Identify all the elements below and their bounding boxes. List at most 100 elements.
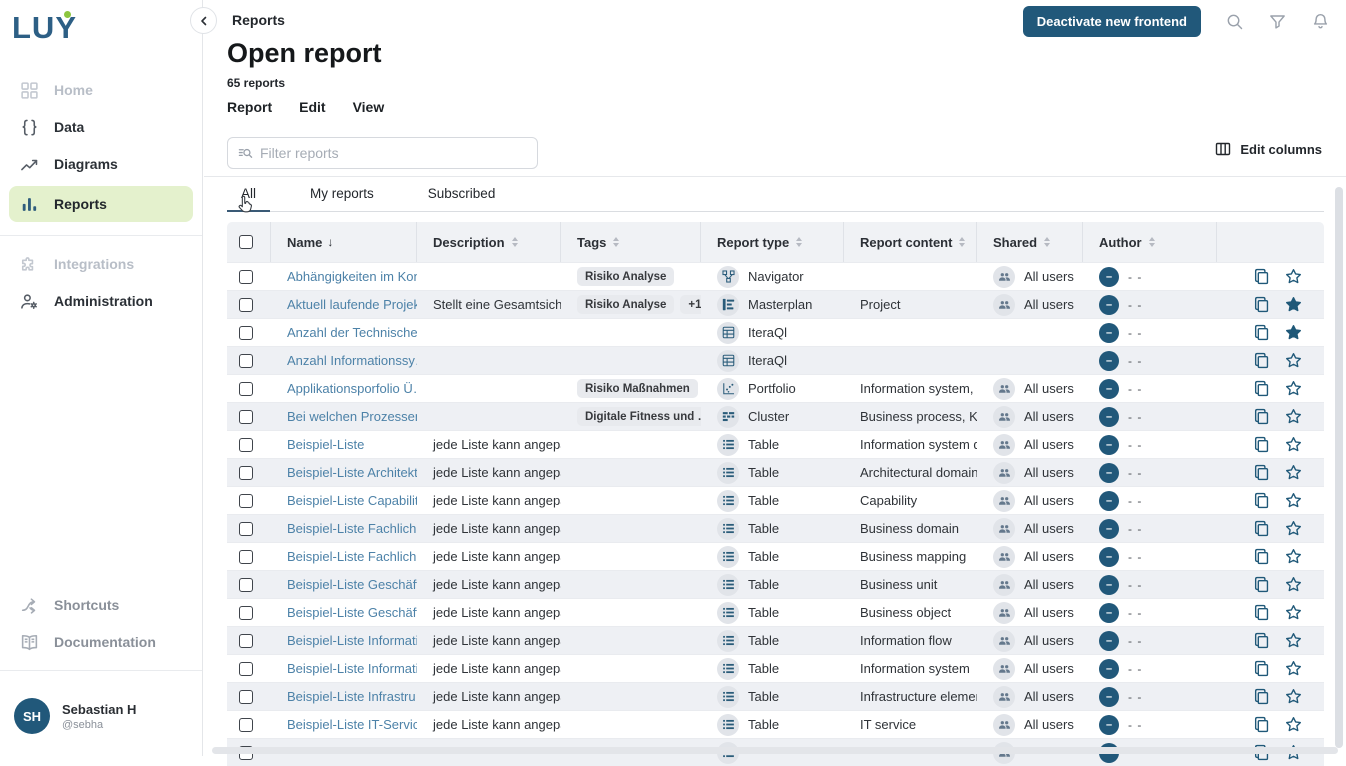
sidebar-item-shortcuts[interactable]: Shortcuts (9, 590, 193, 620)
row-checkbox[interactable] (239, 298, 253, 312)
copy-report-icon[interactable] (1253, 716, 1270, 733)
report-name-link[interactable]: Anzahl Informationssy… (287, 353, 417, 368)
row-checkbox[interactable] (239, 690, 253, 704)
column-header-report-type[interactable]: Report type (701, 222, 844, 262)
row-checkbox[interactable] (239, 550, 253, 564)
copy-report-icon[interactable] (1253, 380, 1270, 397)
menu-view[interactable]: View (353, 99, 385, 115)
sidebar-item-integrations[interactable]: Integrations (9, 249, 193, 279)
report-name-link[interactable]: Beispiel-Liste Informati… (287, 633, 417, 648)
copy-report-icon[interactable] (1253, 520, 1270, 537)
sidebar-item-diagrams[interactable]: Diagrams (9, 149, 193, 179)
tab-my-reports[interactable]: My reports (296, 181, 388, 211)
select-all-checkbox[interactable] (239, 235, 253, 249)
favorite-star-icon[interactable] (1285, 660, 1302, 677)
copy-report-icon[interactable] (1253, 688, 1270, 705)
favorite-star-icon[interactable] (1285, 716, 1302, 733)
menu-report[interactable]: Report (227, 99, 272, 115)
favorite-star-icon[interactable] (1285, 632, 1302, 649)
bell-icon[interactable] (1311, 12, 1330, 31)
horizontal-scrollbar[interactable] (212, 747, 1338, 754)
report-name-link[interactable]: Anzahl der Technische… (287, 325, 417, 340)
row-checkbox[interactable] (239, 382, 253, 396)
copy-report-icon[interactable] (1253, 296, 1270, 313)
report-name-link[interactable]: Beispiel-Liste Geschäft… (287, 605, 417, 620)
copy-report-icon[interactable] (1253, 352, 1270, 369)
copy-report-icon[interactable] (1253, 492, 1270, 509)
favorite-star-icon[interactable] (1285, 604, 1302, 621)
row-checkbox[interactable] (239, 494, 253, 508)
column-header-author[interactable]: Author (1083, 222, 1217, 262)
row-checkbox[interactable] (239, 522, 253, 536)
favorite-star-icon[interactable] (1285, 464, 1302, 481)
deactivate-new-frontend-button[interactable]: Deactivate new frontend (1023, 6, 1201, 37)
report-name-link[interactable]: Beispiel-Liste Fachlich… (287, 549, 417, 564)
favorite-star-icon[interactable] (1285, 520, 1302, 537)
favorite-star-icon[interactable] (1285, 268, 1302, 285)
sidebar-item-documentation[interactable]: Documentation (9, 627, 193, 657)
row-checkbox[interactable] (239, 718, 253, 732)
row-checkbox[interactable] (239, 270, 253, 284)
column-header-report-content[interactable]: Report content (844, 222, 977, 262)
row-checkbox[interactable] (239, 466, 253, 480)
report-name-link[interactable]: Beispiel-Liste Infrastru… (287, 689, 417, 704)
copy-report-icon[interactable] (1253, 660, 1270, 677)
report-name-link[interactable]: Applikationsporfolio Ü… (287, 381, 417, 396)
copy-report-icon[interactable] (1253, 464, 1270, 481)
sidebar-item-reports[interactable]: Reports (9, 186, 193, 222)
row-checkbox[interactable] (239, 438, 253, 452)
sidebar-item-administration[interactable]: Administration (9, 286, 193, 316)
report-name-link[interactable]: Aktuell laufende Projek… (287, 297, 417, 312)
user-profile[interactable]: SH Sebastian H @sebha (0, 684, 202, 756)
favorite-star-filled-icon[interactable] (1285, 324, 1302, 341)
copy-report-icon[interactable] (1253, 604, 1270, 621)
report-name-link[interactable]: Beispiel-Liste Informati… (287, 661, 417, 676)
favorite-star-icon[interactable] (1285, 688, 1302, 705)
tab-all[interactable]: All (227, 181, 270, 212)
report-name-link[interactable]: Beispiel-Liste (287, 437, 364, 452)
filter-icon[interactable] (1268, 12, 1287, 31)
column-header-tags[interactable]: Tags (561, 222, 701, 262)
row-checkbox[interactable] (239, 410, 253, 424)
row-checkbox[interactable] (239, 578, 253, 592)
vertical-scrollbar[interactable] (1335, 187, 1343, 748)
search-icon[interactable] (1225, 12, 1244, 31)
report-name-link[interactable]: Abhängigkeiten im Kon… (287, 269, 417, 284)
report-name-link[interactable]: Beispiel-Liste Geschäft… (287, 577, 417, 592)
row-checkbox[interactable] (239, 606, 253, 620)
favorite-star-icon[interactable] (1285, 380, 1302, 397)
tab-subscribed[interactable]: Subscribed (414, 181, 510, 211)
copy-report-icon[interactable] (1253, 324, 1270, 341)
menu-edit[interactable]: Edit (299, 99, 325, 115)
column-header-description[interactable]: Description (417, 222, 561, 262)
favorite-star-icon[interactable] (1285, 548, 1302, 565)
favorite-star-icon[interactable] (1285, 492, 1302, 509)
row-checkbox[interactable] (239, 326, 253, 340)
favorite-star-filled-icon[interactable] (1285, 296, 1302, 313)
luy-logo[interactable]: LUY (12, 10, 77, 46)
row-checkbox[interactable] (239, 662, 253, 676)
copy-report-icon[interactable] (1253, 436, 1270, 453)
report-name-link[interactable]: Beispiel-Liste IT-Servic… (287, 717, 417, 732)
sidebar-collapse-button[interactable] (190, 7, 217, 34)
edit-columns-button[interactable]: Edit columns (1215, 141, 1322, 157)
report-name-link[interactable]: Beispiel-Liste Architekt… (287, 465, 417, 480)
tag-more-chip[interactable]: +1 (680, 295, 701, 314)
filter-reports-input[interactable] (260, 145, 527, 161)
copy-report-icon[interactable] (1253, 576, 1270, 593)
favorite-star-icon[interactable] (1285, 436, 1302, 453)
sidebar-item-data[interactable]: Data (9, 112, 193, 142)
row-checkbox[interactable] (239, 634, 253, 648)
copy-report-icon[interactable] (1253, 632, 1270, 649)
column-header-shared[interactable]: Shared (977, 222, 1083, 262)
copy-report-icon[interactable] (1253, 268, 1270, 285)
report-name-link[interactable]: Beispiel-Liste Capability (287, 493, 417, 508)
favorite-star-icon[interactable] (1285, 576, 1302, 593)
favorite-star-icon[interactable] (1285, 408, 1302, 425)
sidebar-item-home[interactable]: Home (9, 75, 193, 105)
copy-report-icon[interactable] (1253, 408, 1270, 425)
row-checkbox[interactable] (239, 354, 253, 368)
column-header-name[interactable]: Name↓ (271, 222, 417, 262)
copy-report-icon[interactable] (1253, 548, 1270, 565)
favorite-star-icon[interactable] (1285, 352, 1302, 369)
